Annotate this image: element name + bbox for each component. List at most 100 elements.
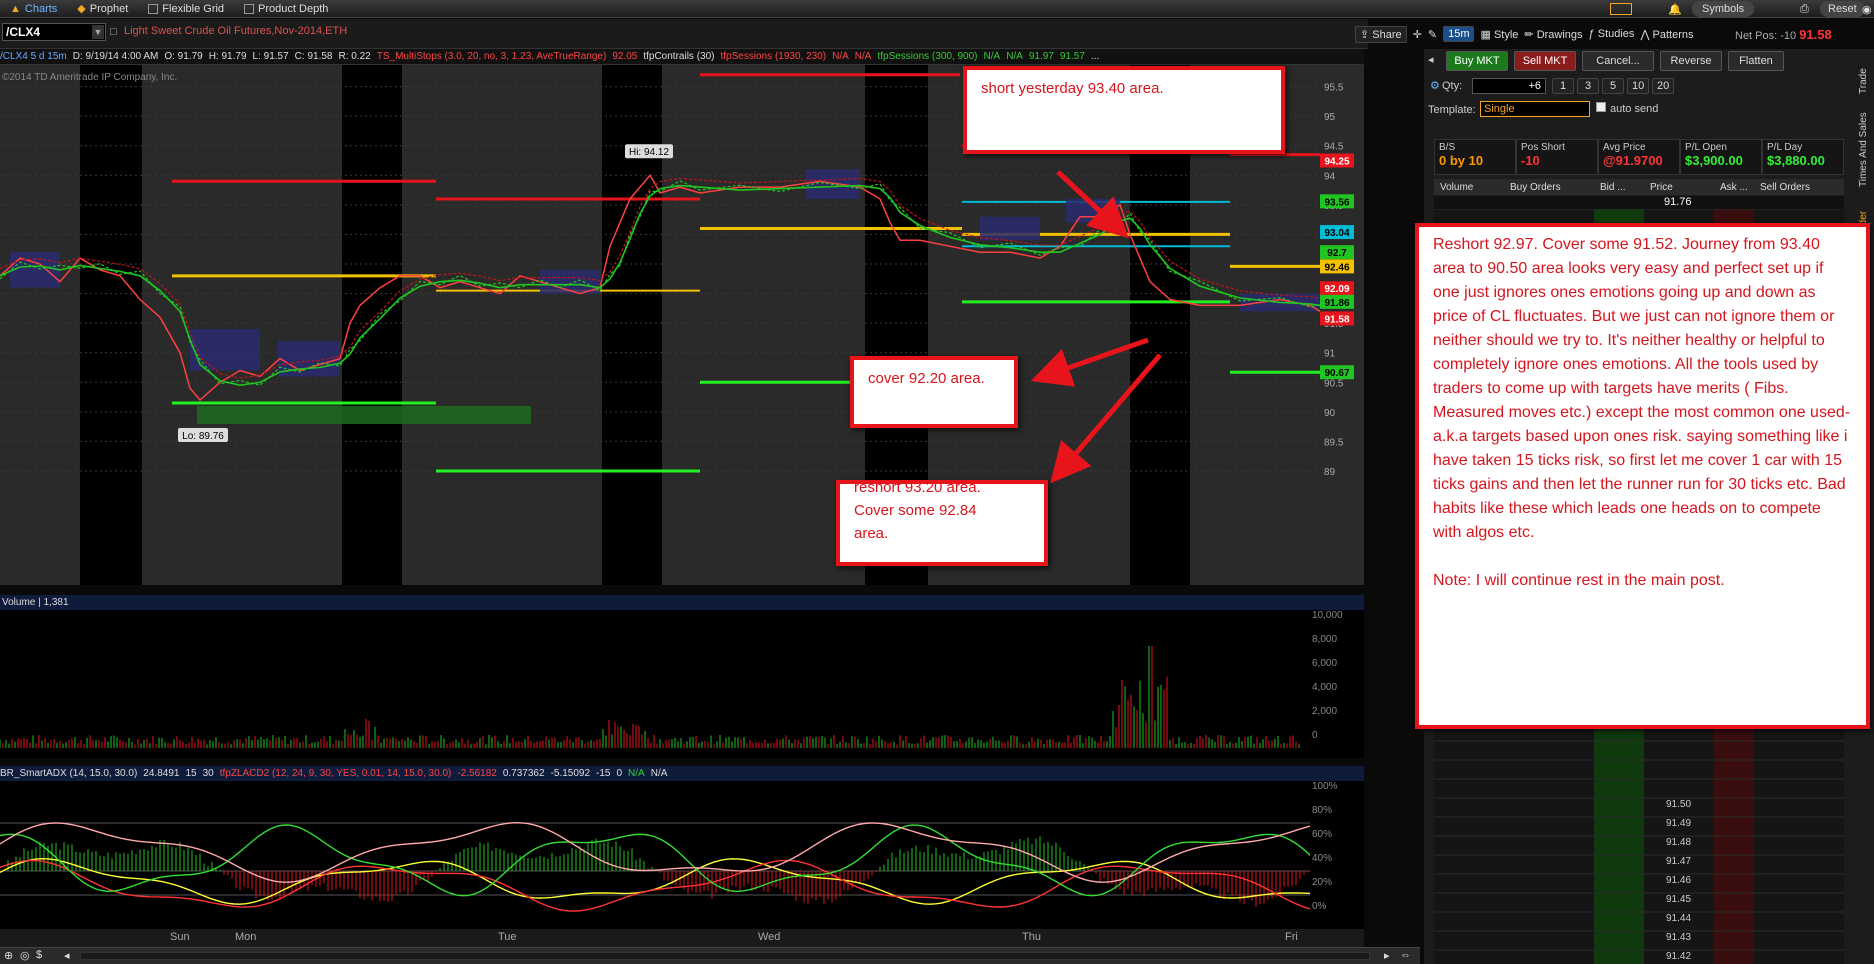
- volume-tick: 0: [1312, 730, 1318, 741]
- study-value: ...: [1090, 51, 1100, 62]
- expand-icon[interactable]: ⇔: [1400, 949, 1411, 961]
- osc-tick: 80%: [1312, 805, 1332, 816]
- scroll-left-icon[interactable]: ◂: [64, 949, 70, 962]
- oscillator-value: -15: [596, 768, 611, 779]
- share-button[interactable]: ⇪ Share: [1355, 25, 1407, 43]
- auto-send-checkbox[interactable]: [1596, 102, 1606, 112]
- symbol-input[interactable]: /CLX4 ▼: [2, 23, 106, 41]
- price-label: 92.09: [1324, 284, 1349, 295]
- style-button[interactable]: ▦ Style: [1480, 28, 1518, 41]
- position-cell-value: -10: [1521, 153, 1540, 168]
- volume-chart[interactable]: 10,000 8,000 6,000 4,000 2,000 0: [0, 610, 1364, 758]
- time-axis: Sun Mon Tue Wed Thu Fri: [0, 929, 1364, 947]
- side-tab-times-and-sales[interactable]: Times And Sales: [1858, 110, 1874, 190]
- timeframe-button[interactable]: 15m: [1443, 26, 1475, 42]
- template-select[interactable]: Single: [1480, 101, 1590, 117]
- print-icon[interactable]: ⎙: [1800, 0, 1809, 18]
- ladder-price: 91.76: [1664, 196, 1692, 208]
- session-band: [80, 65, 142, 585]
- reverse-button[interactable]: Reverse: [1660, 51, 1722, 71]
- qty-input[interactable]: +6: [1472, 78, 1546, 94]
- side-tab-trade[interactable]: Trade: [1858, 56, 1874, 106]
- study-value: /CLX4 5 d 15m: [0, 51, 67, 62]
- volume-tick: 8,000: [1312, 634, 1337, 645]
- position-cell: Pos Short -10: [1516, 139, 1598, 175]
- study-value: 91.57: [1059, 51, 1085, 62]
- bell-icon[interactable]: 🔔: [1668, 0, 1682, 18]
- study-value: O: 91.79: [164, 51, 203, 62]
- tab-product-depth[interactable]: Product Depth: [234, 0, 338, 18]
- crosshair-icon[interactable]: ✛: [1413, 28, 1422, 41]
- callout-short-yesterday: short yesterday 93.40 area.: [963, 66, 1285, 154]
- cancel-button[interactable]: Cancel...: [1582, 51, 1654, 71]
- collapse-icon[interactable]: ◂: [1428, 53, 1434, 66]
- reset-button[interactable]: Reset: [1820, 1, 1865, 17]
- ladder-top-row[interactable]: 91.76: [1434, 196, 1844, 209]
- settings-icon[interactable]: ⚙: [1430, 79, 1440, 92]
- patterns-button[interactable]: ⋀ Patterns: [1640, 28, 1693, 41]
- tab-prophet[interactable]: ◆ Prophet: [67, 0, 138, 18]
- oscillator-value: -2.56182: [457, 768, 497, 779]
- day-label: Sun: [170, 931, 190, 943]
- osc-tick: 60%: [1312, 829, 1332, 840]
- layout-toggle-icon[interactable]: [1610, 0, 1632, 18]
- chart-header: /CLX4 ▼ □ Light Sweet Crude Oil Futures,N…: [0, 19, 1368, 49]
- window-icon[interactable]: ◉: [1862, 0, 1872, 18]
- studies-button[interactable]: ƒ Studies: [1589, 28, 1635, 40]
- symbol-link-icon[interactable]: □: [110, 26, 117, 38]
- zoom-icon[interactable]: ⊕: [4, 949, 13, 962]
- qty-preset-button[interactable]: 5: [1602, 78, 1624, 94]
- ladder-column-header[interactable]: Buy Orders: [1504, 182, 1594, 193]
- symbol-dropdown-icon[interactable]: ▼: [92, 25, 104, 39]
- study-value: D: 9/19/14 4:00 AM: [72, 51, 159, 62]
- ladder-column-header[interactable]: Sell Orders: [1754, 182, 1844, 193]
- ladder-price: 91.49: [1666, 818, 1691, 829]
- price-label: 90.67: [1324, 368, 1349, 379]
- scroll-right-icon[interactable]: ▸: [1384, 949, 1390, 962]
- day-label: Wed: [758, 931, 781, 943]
- ladder-column-header[interactable]: Price: [1644, 182, 1714, 193]
- callout-trade-note: Reshort 92.97. Cover some 91.52. Journey…: [1415, 223, 1870, 729]
- drawings-button[interactable]: ✏ Drawings: [1524, 28, 1582, 41]
- dollar-icon[interactable]: $: [36, 949, 42, 961]
- position-cell: P/L Open $3,900.00: [1680, 139, 1762, 175]
- price-label: 91.58: [1324, 314, 1349, 325]
- oscillator-chart[interactable]: 100% 80% 60% 40% 20% 0%: [0, 781, 1364, 929]
- ladder-column-header[interactable]: Bid ...: [1594, 182, 1644, 193]
- price-tick: 89: [1324, 467, 1336, 478]
- callout-reshort: reshort 93.20 area. Cover some 92.84 are…: [836, 480, 1048, 566]
- ladder-column-header[interactable]: Volume: [1434, 182, 1504, 193]
- price-tick: 89.5: [1324, 437, 1344, 448]
- volume-tick: 10,000: [1312, 610, 1343, 621]
- price-tick: 95.5: [1324, 83, 1344, 94]
- price-tick: 90.5: [1324, 378, 1344, 389]
- chat-icon[interactable]: ◎: [20, 949, 30, 962]
- oscillator-value: BR_SmartADX (14, 15.0, 30.0): [0, 768, 138, 779]
- qty-preset-button[interactable]: 1: [1552, 78, 1574, 94]
- drawing-tool-icon[interactable]: ✎: [1428, 28, 1437, 41]
- session-band: [602, 65, 662, 585]
- symbols-button[interactable]: Symbols: [1692, 1, 1755, 17]
- ladder-price: 91.43: [1666, 932, 1691, 943]
- value-area-box: [980, 216, 1040, 241]
- osc-tick: 100%: [1312, 781, 1338, 792]
- buy-market-button[interactable]: Buy MKT: [1446, 51, 1508, 71]
- oscillator-value: 0: [616, 768, 623, 779]
- qty-preset-button[interactable]: 10: [1627, 78, 1649, 94]
- tab-flexible-grid[interactable]: Flexible Grid: [138, 0, 234, 18]
- oscillator-value: -5.15092: [550, 768, 591, 779]
- sell-market-button[interactable]: Sell MKT: [1514, 51, 1576, 71]
- position-cell-label: P/L Day: [1767, 142, 1803, 153]
- study-value: N/A: [1006, 51, 1023, 62]
- chart-scrollbar[interactable]: [80, 952, 1370, 960]
- tab-charts[interactable]: ▲ Charts: [0, 0, 67, 18]
- oscillator-header: BR_SmartADX (14, 15.0, 30.0) 24.8491 15 30 t…: [0, 766, 1364, 781]
- ladder-column-header[interactable]: Ask ...: [1714, 182, 1754, 193]
- qty-preset-button[interactable]: 20: [1652, 78, 1674, 94]
- high-marker: Hi: 94.12: [625, 144, 673, 159]
- study-value: L: 91.57: [252, 51, 289, 62]
- flatten-button[interactable]: Flatten: [1728, 51, 1784, 71]
- qty-preset-button[interactable]: 3: [1577, 78, 1599, 94]
- oscillator-value: N/A: [650, 768, 668, 779]
- top-menu-bar: ▲ Charts ◆ Prophet Flexible Grid Product D…: [0, 0, 1874, 18]
